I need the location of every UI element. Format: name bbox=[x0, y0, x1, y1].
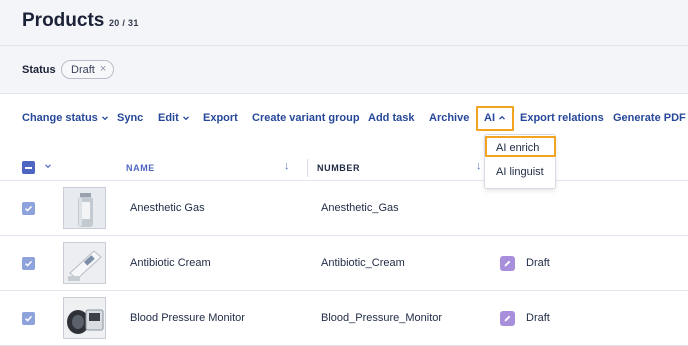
cream-tube-image bbox=[64, 243, 105, 283]
page-header: Products 20 / 31 bbox=[0, 0, 688, 46]
close-icon[interactable]: × bbox=[100, 64, 106, 75]
product-name: Anesthetic Gas bbox=[130, 202, 205, 214]
check-icon bbox=[24, 205, 33, 212]
sync-button[interactable]: Sync bbox=[117, 112, 143, 124]
item-count: 20 / 31 bbox=[109, 18, 139, 28]
product-name: Blood Pressure Monitor bbox=[130, 312, 245, 324]
product-number: Antibiotic_Cream bbox=[321, 257, 405, 269]
ai-enrich-highlight bbox=[485, 136, 556, 157]
status-label: Draft bbox=[526, 257, 550, 269]
pencil-icon bbox=[504, 260, 511, 267]
filter-bar: Status Draft × bbox=[0, 46, 688, 94]
export-relations-button[interactable]: Export relations bbox=[520, 112, 604, 124]
export-relations-label: Export relations bbox=[520, 112, 604, 124]
sync-label: Sync bbox=[117, 112, 144, 124]
sort-arrow-icon[interactable]: ↓ bbox=[476, 160, 482, 172]
ai-button-highlight bbox=[476, 106, 514, 131]
check-icon bbox=[24, 315, 33, 322]
export-label: Export bbox=[203, 112, 238, 124]
table-row[interactable]: Anesthetic Gas Anesthetic_Gas bbox=[0, 181, 688, 236]
chip-label: Draft bbox=[71, 63, 95, 76]
table-row[interactable]: Antibiotic Cream Antibiotic_Cream Draft bbox=[0, 236, 688, 291]
blood-pressure-monitor-image bbox=[64, 298, 105, 338]
product-thumbnail bbox=[63, 297, 106, 339]
table-header: NAME ↓ NUMBER ↓ bbox=[0, 151, 688, 181]
product-thumbnail bbox=[63, 242, 106, 284]
status-label: Draft bbox=[526, 312, 550, 324]
product-number: Anesthetic_Gas bbox=[321, 202, 399, 214]
status-filter-label: Status bbox=[22, 64, 56, 76]
column-header-number[interactable]: NUMBER bbox=[317, 163, 360, 173]
column-header-name[interactable]: NAME bbox=[126, 163, 155, 173]
add-task-label: Add task bbox=[368, 112, 415, 124]
edit-status-icon bbox=[500, 311, 515, 326]
row-checkbox[interactable] bbox=[22, 257, 35, 270]
row-checkbox[interactable] bbox=[22, 202, 35, 215]
edit-button[interactable]: Edit bbox=[158, 112, 190, 124]
chevron-down-icon bbox=[182, 116, 189, 121]
change-status-button[interactable]: Change status bbox=[22, 112, 109, 124]
edit-status-icon bbox=[500, 256, 515, 271]
bulk-action-toolbar: Change status Sync Edit Export Create va… bbox=[0, 104, 688, 134]
chevron-down-icon[interactable] bbox=[44, 162, 52, 170]
create-variant-group-button[interactable]: Create variant group bbox=[252, 112, 360, 124]
add-task-button[interactable]: Add task bbox=[368, 112, 414, 124]
menu-item-ai-linguist[interactable]: AI linguist bbox=[496, 166, 544, 178]
product-number: Blood_Pressure_Monitor bbox=[321, 312, 443, 324]
table-row[interactable]: Blood Pressure Monitor Blood_Pressure_Mo… bbox=[0, 291, 688, 346]
column-divider bbox=[307, 159, 308, 177]
check-icon bbox=[24, 260, 33, 267]
generate-pdf-button[interactable]: Generate PDF bbox=[613, 112, 686, 124]
status-filter-chip[interactable]: Draft × bbox=[61, 60, 115, 79]
create-variant-group-label: Create variant group bbox=[252, 112, 360, 124]
change-status-label: Change status bbox=[22, 112, 98, 124]
product-thumbnail bbox=[63, 187, 106, 229]
archive-button[interactable]: Archive bbox=[429, 112, 469, 124]
product-name: Antibiotic Cream bbox=[130, 257, 211, 269]
gas-cylinder-image bbox=[64, 188, 105, 228]
generate-pdf-label: Generate PDF bbox=[613, 112, 686, 124]
export-button[interactable]: Export bbox=[203, 112, 238, 124]
edit-label: Edit bbox=[158, 112, 179, 124]
chevron-down-icon bbox=[101, 116, 108, 121]
page-title: Products bbox=[22, 10, 105, 31]
sort-arrow-icon[interactable]: ↓ bbox=[284, 160, 290, 172]
archive-label: Archive bbox=[429, 112, 470, 124]
pencil-icon bbox=[504, 315, 511, 322]
select-all-checkbox[interactable] bbox=[22, 161, 35, 174]
row-checkbox[interactable] bbox=[22, 312, 35, 325]
